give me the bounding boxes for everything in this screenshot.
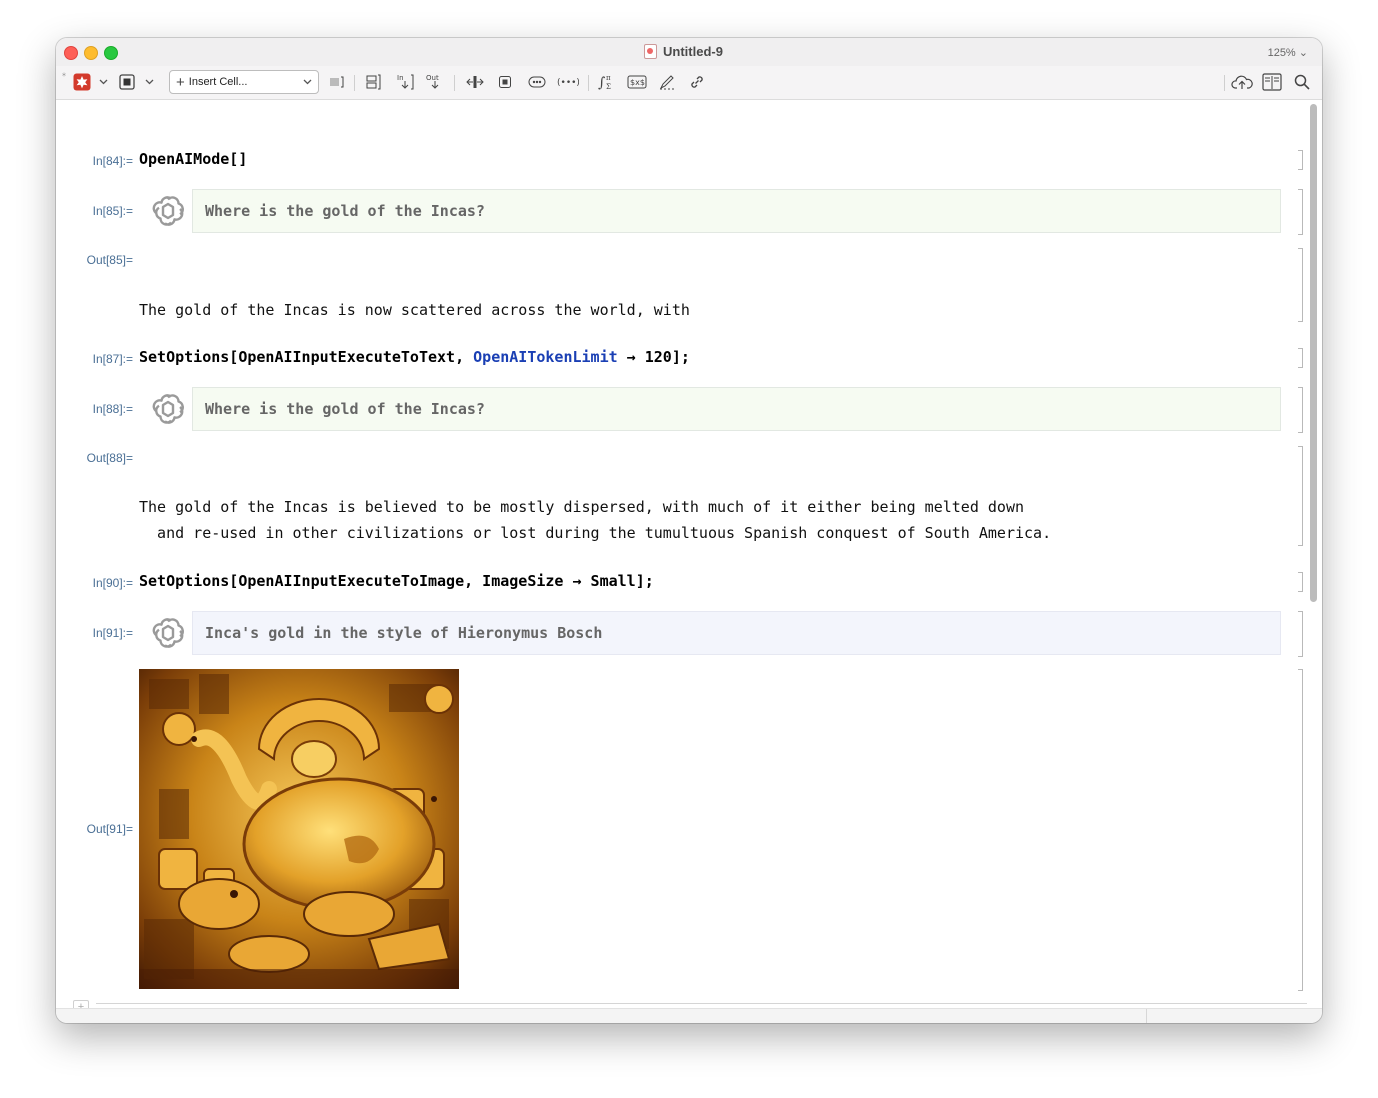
input-code[interactable]: SetOptions[OpenAIInputExecuteToText, Ope… (139, 348, 690, 366)
svg-text:Out: Out (426, 74, 439, 82)
output-text-line-1: The gold of the Incas is believed to be … (139, 498, 1025, 516)
output-label: Out[88]= (86, 451, 133, 465)
cell-bracket[interactable] (1298, 189, 1303, 235)
chevron-down-icon (303, 76, 312, 88)
prompt-input-box[interactable]: Where is the gold of the Incas? (192, 387, 1281, 431)
svg-text:π: π (606, 74, 611, 82)
toolbar-separator (454, 75, 455, 91)
input-label: In[87]:= (92, 352, 133, 366)
code-rule-value: → 120]; (617, 348, 690, 366)
prompt-text[interactable]: Where is the gold of the Incas? (205, 400, 485, 418)
code-symbol-tokenlimit: OpenAITokenLimit (473, 348, 618, 366)
input-label: In[85]:= (92, 204, 133, 218)
input-code[interactable]: OpenAIMode[] (139, 150, 247, 168)
search-icon[interactable] (1292, 72, 1312, 92)
input-label: In[91]:= (92, 626, 133, 640)
openai-logo-icon (152, 394, 184, 424)
insertion-line (96, 1003, 1307, 1004)
formula-icon[interactable]: ∫ π Σ (596, 72, 616, 92)
prompt-input-box[interactable]: Where is the gold of the Incas? (192, 189, 1281, 233)
svg-text:Σ: Σ (606, 83, 611, 91)
input-label: In[84]:= (92, 154, 133, 168)
title-bar: Untitled-9 125% ⌄ (56, 38, 1322, 66)
svg-text:In: In (397, 74, 404, 82)
toolbar: ⁎ + Insert Cell... In Out (•••) ∫ π Σ $x… (56, 66, 1322, 100)
notebook-icon[interactable] (1261, 72, 1283, 92)
prompt-text[interactable]: Inca's gold in the style of Hieronymus B… (205, 624, 602, 642)
notebook-content[interactable]: In[84]:= OpenAIMode[] In[85]:= Where is … (56, 100, 1307, 1015)
output-label: Out[91]= (86, 822, 133, 836)
ellipsis-icon[interactable] (526, 72, 548, 92)
cell-bracket[interactable] (1298, 611, 1303, 657)
insert-cell-dropdown[interactable]: + Insert Cell... (169, 70, 319, 94)
toolbar-separator (1224, 75, 1225, 91)
toolbar-separator (588, 75, 589, 91)
cell-bracket[interactable] (1298, 348, 1303, 368)
toolbar-separator (354, 75, 355, 91)
input-label: In[88]:= (92, 402, 133, 416)
status-separator (1146, 1009, 1147, 1023)
insert-cell-label: Insert Cell... (188, 76, 248, 88)
svg-text:$x$: $x$ (630, 78, 645, 87)
code-setoptions: SetOptions[OpenAIInputExecuteToText, (139, 348, 474, 366)
input-label: In[90]:= (92, 576, 133, 590)
cloud-upload-icon[interactable] (1230, 72, 1254, 92)
drawing-icon[interactable] (656, 72, 678, 92)
split-cell-icon[interactable] (364, 72, 382, 92)
cell-bracket[interactable] (1298, 248, 1303, 322)
notebook-document-icon (644, 44, 657, 59)
horizontal-scrollbar[interactable] (56, 1008, 1322, 1023)
generated-image[interactable] (139, 669, 459, 989)
plus-icon: + (176, 73, 185, 91)
cell-bracket[interactable] (1298, 669, 1303, 991)
zoom-menu[interactable]: 125% ⌄ (1268, 46, 1308, 59)
openai-logo-icon (152, 618, 184, 648)
output-below-icon[interactable]: Out (424, 72, 446, 92)
input-above-icon[interactable]: In (394, 72, 416, 92)
output-text-line-2: and re-used in other civilizations or lo… (139, 524, 1052, 542)
prompt-input-box[interactable]: Inca's gold in the style of Hieronymus B… (192, 611, 1281, 655)
output-text: The gold of the Incas is now scattered a… (139, 301, 690, 319)
pin-icon[interactable]: ⁎ (60, 68, 68, 78)
minimize-window-button[interactable] (84, 46, 98, 60)
inline-math-icon[interactable]: $x$ (626, 72, 648, 92)
close-window-button[interactable] (64, 46, 78, 60)
cell-bracket[interactable] (1298, 446, 1303, 546)
vertical-scrollbar[interactable] (1309, 102, 1319, 666)
svg-text:(•••): (•••) (557, 78, 579, 88)
maximize-window-button[interactable] (104, 46, 118, 60)
cell-bracket[interactable] (1298, 387, 1303, 433)
stop-icon[interactable] (118, 72, 136, 92)
stop-menu-chevron-icon[interactable] (142, 72, 156, 92)
cell-group-icon[interactable] (464, 72, 486, 92)
openai-logo-icon (152, 196, 184, 226)
cell-bracket[interactable] (1298, 572, 1303, 592)
window-title-group: Untitled-9 (644, 44, 723, 59)
input-code[interactable]: SetOptions[OpenAIInputExecuteToImage, Im… (139, 572, 654, 590)
svg-text:∫: ∫ (598, 75, 605, 91)
link-icon[interactable] (686, 72, 708, 92)
output-label: Out[85]= (86, 253, 133, 267)
notebook-window: Untitled-9 125% ⌄ ⁎ + Insert Cell... In … (56, 38, 1322, 1023)
window-title: Untitled-9 (663, 44, 723, 59)
template-icon[interactable]: (•••) (556, 72, 580, 92)
evaluate-menu-chevron-icon[interactable] (96, 72, 110, 92)
cell-bracket-icon[interactable] (328, 72, 346, 92)
frame-icon[interactable] (496, 72, 514, 92)
vertical-scrollbar-thumb[interactable] (1310, 104, 1317, 602)
cell-bracket[interactable] (1298, 150, 1303, 170)
prompt-text[interactable]: Where is the gold of the Incas? (205, 202, 485, 220)
evaluate-icon[interactable] (71, 72, 93, 92)
